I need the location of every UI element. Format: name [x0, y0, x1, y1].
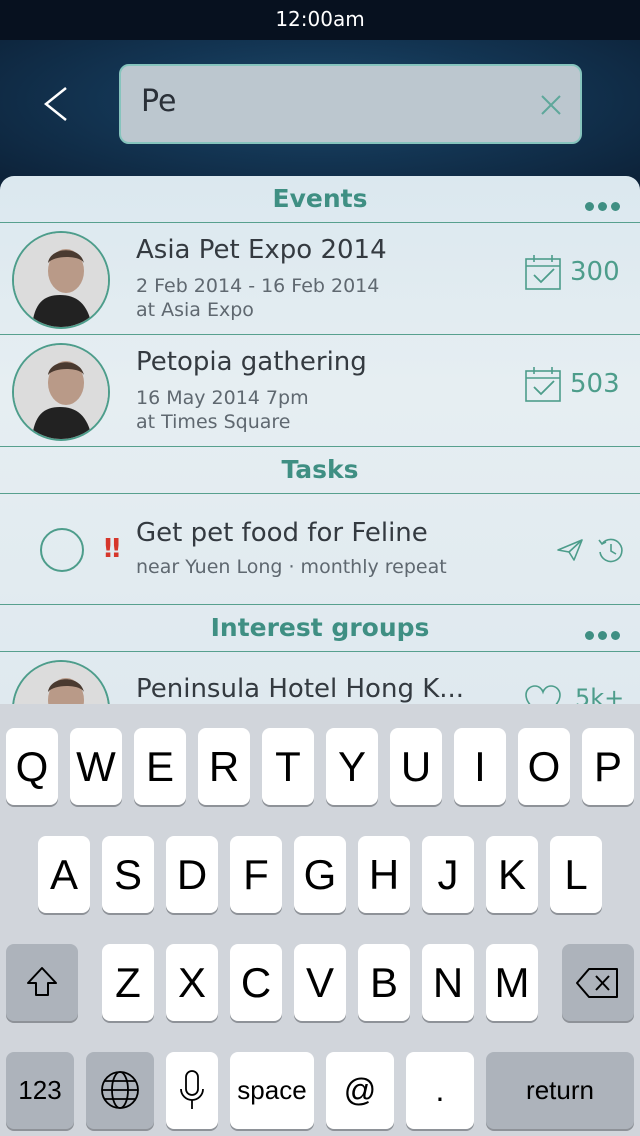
key-r[interactable]: R [198, 728, 250, 805]
period-key[interactable]: . [406, 1052, 474, 1129]
avatar [12, 231, 110, 329]
status-bar: 12:00am [0, 0, 640, 40]
at-key[interactable]: @ [326, 1052, 394, 1129]
event-title: Asia Pet Expo 2014 [136, 235, 387, 265]
task-title: Get pet food for Feline [136, 518, 428, 548]
more-dot-icon [597, 202, 607, 211]
search-header: Pe [0, 40, 640, 190]
search-input[interactable]: Pe [119, 64, 582, 144]
more-dot-icon [597, 631, 607, 640]
key-i[interactable]: I [454, 728, 506, 805]
chevron-left-icon [43, 87, 67, 121]
event-date: 2 Feb 2014 - 16 Feb 2014 [136, 275, 380, 297]
event-location: at Times Square [136, 411, 291, 433]
event-location: at Asia Expo [136, 299, 254, 321]
key-h[interactable]: H [358, 836, 410, 913]
status-time: 12:00am [275, 7, 365, 31]
person-photo-icon [14, 345, 108, 439]
history-icon[interactable] [596, 536, 624, 564]
back-button[interactable] [38, 84, 78, 124]
group-member-count: 5k+ [575, 684, 625, 704]
key-t[interactable]: T [262, 728, 314, 805]
more-dot-icon [610, 202, 620, 211]
event-title: Petopia gathering [136, 347, 367, 377]
key-w[interactable]: W [70, 728, 122, 805]
group-row[interactable]: Peninsula Hotel Hong K... 5k+ [0, 652, 640, 704]
backspace-icon [576, 968, 618, 998]
event-date: 16 May 2014 7pm [136, 387, 309, 409]
events-section-title: Events [272, 184, 368, 213]
groups-section-title: Interest groups [210, 613, 430, 642]
calendar-check-icon [525, 255, 561, 290]
globe-icon [101, 1071, 139, 1109]
event-attendee-count: 503 [570, 369, 620, 399]
task-row[interactable]: ‼ Get pet food for Feline near Yuen Long… [0, 494, 640, 605]
group-title: Peninsula Hotel Hong K... [136, 674, 465, 704]
key-u[interactable]: U [390, 728, 442, 805]
shift-key[interactable] [6, 944, 78, 1021]
task-checkbox[interactable] [40, 528, 84, 572]
results-panel: Events Asia Pet Expo 2014 2 Feb 2014 - 1… [0, 176, 640, 704]
person-photo-icon [14, 662, 108, 704]
microphone-key[interactable] [166, 1052, 218, 1129]
event-attendee-count: 300 [570, 257, 620, 287]
send-icon[interactable] [556, 538, 584, 562]
avatar [12, 660, 110, 704]
return-key[interactable]: return [486, 1052, 634, 1129]
key-y[interactable]: Y [326, 728, 378, 805]
key-c[interactable]: C [230, 944, 282, 1021]
groups-more-button[interactable] [584, 625, 624, 640]
key-z[interactable]: Z [102, 944, 154, 1021]
microphone-icon [180, 1070, 204, 1109]
event-row[interactable]: Asia Pet Expo 2014 2 Feb 2014 - 16 Feb 2… [0, 223, 640, 335]
key-g[interactable]: G [294, 836, 346, 913]
delete-key[interactable] [562, 944, 634, 1021]
search-query: Pe [141, 84, 177, 119]
key-a[interactable]: A [38, 836, 90, 913]
key-b[interactable]: B [358, 944, 410, 1021]
space-key[interactable]: space [230, 1052, 314, 1129]
more-dot-icon [584, 202, 594, 211]
more-dot-icon [584, 631, 594, 640]
key-p[interactable]: P [582, 728, 634, 805]
priority-icon: ‼ [104, 534, 121, 564]
key-j[interactable]: J [422, 836, 474, 913]
tasks-section-header: Tasks [0, 447, 640, 494]
key-o[interactable]: O [518, 728, 570, 805]
events-more-button[interactable] [584, 196, 624, 211]
key-l[interactable]: L [550, 836, 602, 913]
person-photo-icon [14, 233, 108, 327]
key-k[interactable]: K [486, 836, 538, 913]
shift-icon [27, 967, 57, 996]
key-e[interactable]: E [134, 728, 186, 805]
keyboard: Q W E R T Y U I O P A S D F G H J K L Z … [0, 704, 640, 1136]
key-s[interactable]: S [102, 836, 154, 913]
key-q[interactable]: Q [6, 728, 58, 805]
clear-search-button[interactable] [536, 90, 566, 120]
calendar-check-icon [525, 367, 561, 402]
numbers-key[interactable]: 123 [6, 1052, 74, 1129]
key-x[interactable]: X [166, 944, 218, 1021]
tasks-section-title: Tasks [281, 455, 359, 484]
key-m[interactable]: M [486, 944, 538, 1021]
groups-section-header: Interest groups [0, 605, 640, 652]
more-dot-icon [610, 631, 620, 640]
key-f[interactable]: F [230, 836, 282, 913]
globe-key[interactable] [86, 1052, 154, 1129]
key-v[interactable]: V [294, 944, 346, 1021]
avatar [12, 343, 110, 441]
close-icon [541, 95, 561, 115]
key-n[interactable]: N [422, 944, 474, 1021]
event-row[interactable]: Petopia gathering 16 May 2014 7pm at Tim… [0, 335, 640, 447]
heart-icon [525, 685, 561, 704]
key-d[interactable]: D [166, 836, 218, 913]
events-section-header: Events [0, 176, 640, 223]
task-meta: near Yuen Long · monthly repeat [136, 556, 447, 578]
